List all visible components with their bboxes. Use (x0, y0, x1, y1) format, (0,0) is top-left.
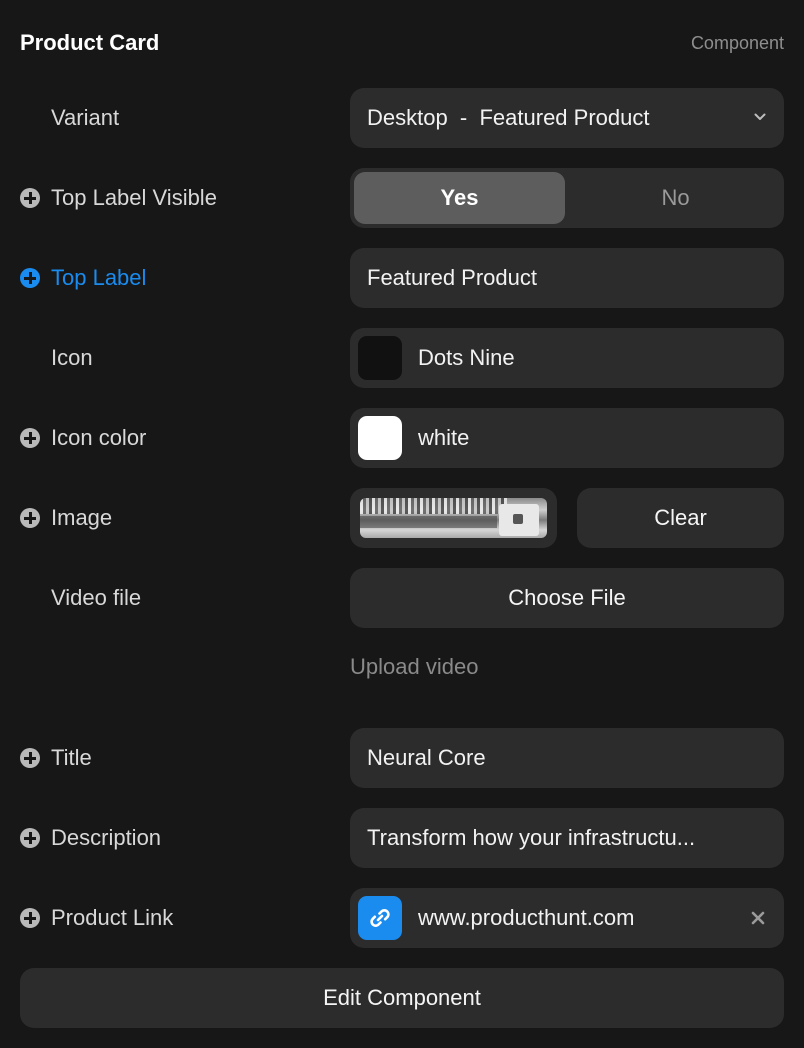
top-label-label: Top Label (51, 265, 147, 290)
title-row: Title Neural Core (0, 728, 804, 788)
title-value: Neural Core (367, 745, 486, 770)
panel-header: Product Card Component (20, 28, 784, 58)
add-icon[interactable] (20, 188, 40, 208)
panel-title: Product Card (20, 30, 160, 55)
top-label-value: Featured Product (367, 265, 537, 290)
variant-row: Variant Desktop - Featured Product (0, 88, 804, 148)
top-label-visible-toggle: Yes No (350, 168, 784, 228)
icon-color-value: white (418, 425, 470, 450)
choose-file-button[interactable]: Choose File (350, 568, 784, 628)
add-icon[interactable] (20, 428, 40, 448)
close-icon[interactable] (748, 908, 768, 928)
upload-video-hint: Upload video (350, 654, 479, 679)
top-label-input[interactable]: Featured Product (350, 248, 784, 308)
panel-subtitle: Component (690, 32, 784, 53)
toggle-option-no[interactable]: No (567, 168, 784, 228)
video-file-label: Video file (51, 585, 142, 610)
description-input[interactable]: Transform how your infrastructu... (350, 808, 784, 868)
properties-panel: Product Card Component Variant Desktop -… (0, 0, 804, 1048)
icon-row: Icon Dots Nine (0, 328, 804, 388)
title-label: Title (51, 745, 92, 770)
image-thumbnail (360, 498, 547, 538)
description-row: Description Transform how your infrastru… (0, 808, 804, 868)
toggle-option-yes[interactable]: Yes (354, 172, 565, 224)
top-label-visible-row: Top Label Visible Yes No (0, 168, 804, 228)
image-row: Image Clear (0, 488, 804, 548)
image-picker[interactable] (350, 488, 557, 548)
icon-label: Icon (51, 345, 93, 370)
link-icon (358, 896, 402, 940)
add-icon[interactable] (20, 828, 40, 848)
description-value: Transform how your infrastructu... (367, 825, 696, 850)
variant-select[interactable]: Desktop - Featured Product (350, 88, 784, 148)
top-label-row: Top Label Featured Product (0, 248, 804, 308)
description-label: Description (51, 825, 162, 850)
icon-swatch (358, 336, 402, 380)
title-input[interactable]: Neural Core (350, 728, 784, 788)
icon-value: Dots Nine (418, 345, 515, 370)
edit-component-button[interactable]: Edit Component (20, 968, 784, 1028)
variant-label: Variant (51, 105, 120, 130)
product-link-label: Product Link (51, 905, 174, 930)
product-link-row: Product Link www.producthunt.com (0, 888, 804, 948)
top-label-visible-label: Top Label Visible (51, 185, 217, 210)
add-icon[interactable] (20, 748, 40, 768)
icon-color-picker[interactable]: white (350, 408, 784, 468)
add-icon[interactable] (20, 908, 40, 928)
icon-picker[interactable]: Dots Nine (350, 328, 784, 388)
image-label: Image (51, 505, 113, 530)
icon-color-row: Icon color white (0, 408, 804, 468)
variant-value: Desktop - Featured Product (367, 105, 650, 130)
clear-image-button[interactable]: Clear (577, 488, 784, 548)
add-icon[interactable] (20, 508, 40, 528)
color-swatch (358, 416, 402, 460)
icon-color-label: Icon color (51, 425, 147, 450)
product-link-value: www.producthunt.com (418, 905, 635, 930)
product-link-input[interactable]: www.producthunt.com (350, 888, 784, 948)
video-file-row: Video file Choose File (0, 568, 804, 628)
chevron-down-icon (754, 113, 766, 120)
add-icon[interactable] (20, 268, 40, 288)
